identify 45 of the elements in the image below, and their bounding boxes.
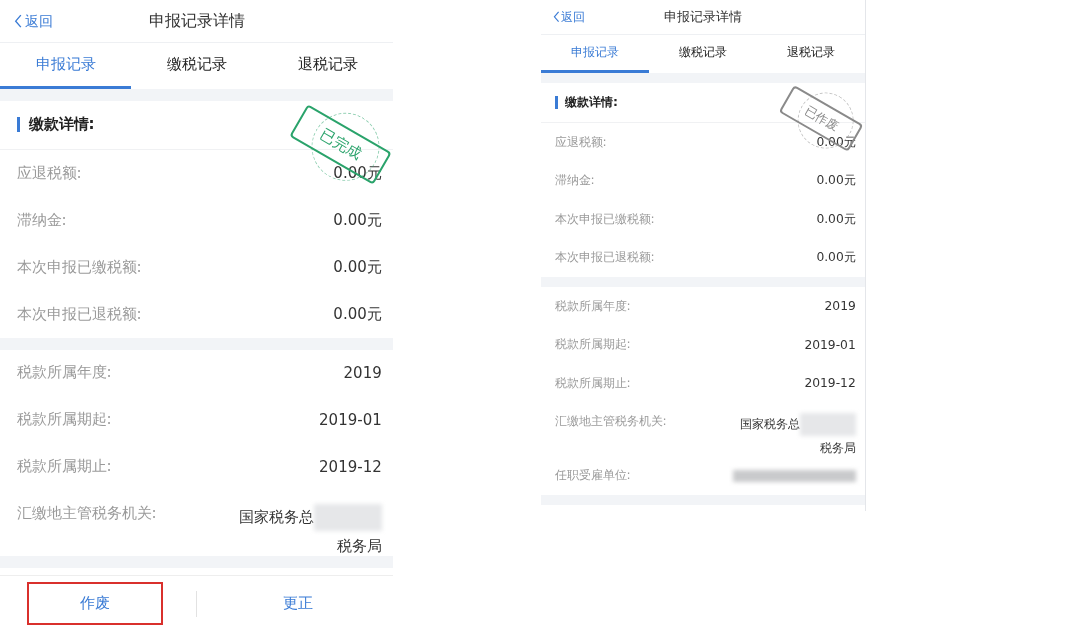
field-value: 0.00元: [816, 172, 856, 190]
field-label: 本次申报已缴税额:: [554, 210, 655, 228]
field-value: 2019: [824, 299, 856, 314]
field-value: 2019-12: [804, 376, 856, 391]
field-value: 2019-01: [319, 410, 382, 429]
field-value: 0.00元: [333, 304, 382, 324]
field-value: 0.00元: [816, 210, 856, 228]
field-value: 税务局: [819, 440, 856, 458]
field-label: 本次申报已退税额:: [554, 249, 655, 267]
field-value: 0.00元: [333, 257, 382, 277]
field-label: 滞纳金:: [554, 172, 595, 190]
section-title: 缴款详情:: [28, 115, 95, 135]
field-label: 任职受雇单位:: [554, 467, 631, 485]
field-label: 税款所属期起:: [16, 410, 112, 430]
page-title: 申报记录详情: [664, 8, 742, 26]
section-title: 缴款详情:: [564, 93, 618, 111]
field-value: 0.00元: [333, 210, 382, 230]
field-value: 税务局: [336, 536, 382, 556]
field-value: 国家税务总: [740, 415, 801, 433]
action-button[interactable]: 作废: [26, 582, 163, 625]
back-link[interactable]: 返回: [14, 0, 53, 42]
back-chevron-icon: [552, 11, 560, 24]
field-label: 税款所属年度:: [16, 363, 112, 383]
field-label: 本次申报已缴税额:: [16, 257, 142, 277]
back-label[interactable]: 返回: [24, 11, 53, 31]
back-link[interactable]: 返回: [552, 0, 586, 35]
field-label: 税款所属期止:: [16, 457, 112, 477]
field-label: 税款所属年度:: [554, 297, 631, 315]
redaction-blur: [314, 503, 382, 531]
field-value: 国家税务总: [239, 507, 315, 527]
field-label: 汇缴地主管税务机关:: [554, 413, 667, 431]
field-label: 应退税额:: [554, 133, 607, 151]
field-value: 2019-12: [319, 457, 382, 476]
field-value: 0.00元: [816, 249, 856, 267]
field-label: 滞纳金:: [16, 210, 67, 230]
back-chevron-icon: [14, 13, 23, 29]
field-label: 税款所属期起:: [554, 336, 631, 354]
field-label: 汇缴地主管税务机关:: [16, 503, 157, 523]
field-label: 应退税额:: [16, 163, 82, 183]
field-label: 本次申报已退税额:: [16, 304, 142, 324]
page-title: 申报记录详情: [148, 10, 245, 32]
back-label[interactable]: 返回: [561, 9, 586, 25]
field-label: 税款所属期止:: [554, 374, 631, 392]
field-value: 2019: [343, 363, 382, 382]
field-value: 2019-01: [804, 337, 856, 352]
